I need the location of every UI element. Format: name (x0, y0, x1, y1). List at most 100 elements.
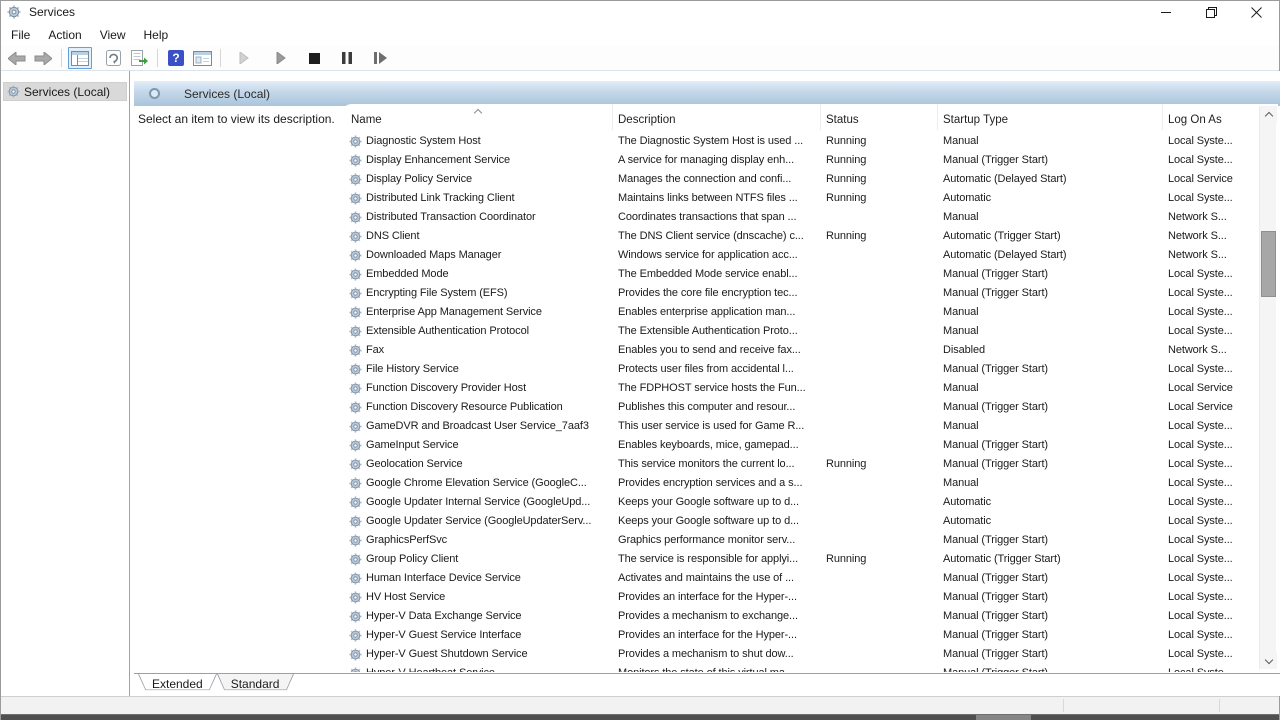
service-name: Display Policy Service (366, 170, 611, 189)
menu-bar: File Action View Help (1, 23, 1279, 46)
table-row[interactable]: Google Updater Service (GoogleUpdaterSer… (342, 512, 1259, 531)
table-row[interactable]: HV Host Service Provides an interface fo… (342, 588, 1259, 607)
stop-icon (309, 53, 320, 64)
service-log-on-as: Local Syste... (1168, 132, 1258, 151)
scroll-up-button[interactable] (1260, 106, 1277, 123)
service-log-on-as: Local Syste... (1168, 436, 1258, 455)
restart-service-button[interactable] (368, 47, 392, 69)
service-description: The DNS Client service (dnscache) c... (618, 227, 818, 246)
tab-extended[interactable]: Extended (138, 674, 217, 694)
table-row[interactable]: Encrypting File System (EFS) Provides th… (342, 284, 1259, 303)
show-properties-button[interactable] (190, 47, 214, 69)
table-row[interactable]: GameInput Service Enables keyboards, mic… (342, 436, 1259, 455)
table-row[interactable]: DNS Client The DNS Client service (dnsca… (342, 227, 1259, 246)
refresh-button[interactable] (101, 47, 125, 69)
table-row[interactable]: Fax Enables you to send and receive fax.… (342, 341, 1259, 360)
restore-icon (1206, 7, 1217, 18)
table-row[interactable]: Hyper-V Guest Shutdown Service Provides … (342, 645, 1259, 664)
restore-button[interactable] (1189, 1, 1234, 23)
service-startup-type: Manual (943, 208, 1161, 227)
table-row[interactable]: Display Policy Service Manages the conne… (342, 170, 1259, 189)
close-button[interactable] (1234, 1, 1279, 23)
table-row[interactable]: GraphicsPerfSvc Graphics performance mon… (342, 531, 1259, 550)
table-row[interactable]: Human Interface Device Service Activates… (342, 569, 1259, 588)
column-header-startup-type[interactable]: Startup Type (938, 104, 1163, 130)
service-log-on-as: Local Syste... (1168, 569, 1258, 588)
pane-title: Services (Local) (184, 87, 270, 101)
service-name: Function Discovery Resource Publication (366, 398, 611, 417)
table-row[interactable]: Diagnostic System Host The Diagnostic Sy… (342, 132, 1259, 151)
restart-icon (374, 52, 387, 64)
service-status (826, 607, 936, 626)
service-status (826, 417, 936, 436)
service-gear-icon (349, 515, 362, 528)
table-row[interactable]: Group Policy Client The service is respo… (342, 550, 1259, 569)
table-row[interactable]: Distributed Link Tracking Client Maintai… (342, 189, 1259, 208)
table-row[interactable]: Hyper-V Guest Service Interface Provides… (342, 626, 1259, 645)
service-description: Provides a mechanism to shut dow... (618, 645, 818, 664)
service-startup-type: Automatic (Delayed Start) (943, 246, 1161, 265)
export-list-button[interactable] (127, 47, 151, 69)
resume-service-button[interactable] (269, 47, 293, 69)
table-row[interactable]: Enterprise App Management Service Enable… (342, 303, 1259, 322)
service-startup-type: Manual (943, 132, 1161, 151)
help-button[interactable]: ? (164, 47, 188, 69)
forward-button[interactable] (31, 47, 55, 69)
console-tree-icon (71, 51, 89, 66)
table-row[interactable]: Geolocation Service This service monitor… (342, 455, 1259, 474)
column-header-status[interactable]: Status (821, 104, 938, 130)
service-description: Manages the connection and confi... (618, 170, 818, 189)
menu-view[interactable]: View (91, 25, 135, 45)
vertical-scrollbar[interactable] (1259, 106, 1276, 669)
service-name: Downloaded Maps Manager (366, 246, 611, 265)
table-row[interactable]: Google Updater Internal Service (GoogleU… (342, 493, 1259, 512)
menu-action[interactable]: Action (39, 25, 90, 45)
scrollbar-thumb[interactable] (1261, 231, 1276, 297)
back-button[interactable] (5, 47, 29, 69)
service-startup-type: Manual (Trigger Start) (943, 531, 1161, 550)
table-row[interactable]: Function Discovery Provider Host The FDP… (342, 379, 1259, 398)
export-list-icon (131, 50, 148, 66)
tab-standard[interactable]: Standard (217, 674, 294, 694)
table-row[interactable]: Display Enhancement Service A service fo… (342, 151, 1259, 170)
menu-help[interactable]: Help (135, 25, 178, 45)
scroll-down-button[interactable] (1260, 652, 1277, 669)
table-row[interactable]: Hyper-V Heartbeat Service Monitors the s… (342, 664, 1259, 672)
menu-file[interactable]: File (2, 25, 39, 45)
table-row[interactable]: Extensible Authentication Protocol The E… (342, 322, 1259, 341)
show-console-tree-button[interactable] (68, 47, 92, 69)
stop-service-button[interactable] (302, 47, 326, 69)
service-description: Activates and maintains the use of ... (618, 569, 818, 588)
table-row[interactable]: Embedded Mode The Embedded Mode service … (342, 265, 1259, 284)
service-name: Hyper-V Data Exchange Service (366, 607, 611, 626)
service-status (826, 284, 936, 303)
minimize-button[interactable] (1144, 1, 1189, 23)
table-row[interactable]: Downloaded Maps Manager Windows service … (342, 246, 1259, 265)
service-startup-type: Automatic (943, 493, 1161, 512)
service-status (826, 512, 936, 531)
window-title: Services (29, 5, 75, 19)
service-log-on-as: Local Syste... (1168, 626, 1258, 645)
table-row[interactable]: Distributed Transaction Coordinator Coor… (342, 208, 1259, 227)
service-status: Running (826, 227, 936, 246)
service-description: Protects user files from accidental l... (618, 360, 818, 379)
taskbar-segment (976, 715, 1031, 720)
table-row[interactable]: Function Discovery Resource Publication … (342, 398, 1259, 417)
table-row[interactable]: File History Service Protects user files… (342, 360, 1259, 379)
table-row[interactable]: GameDVR and Broadcast User Service_7aaf3… (342, 417, 1259, 436)
column-header-log-on-as[interactable]: Log On As (1163, 104, 1259, 130)
toolbar-separator (220, 49, 221, 67)
service-gear-icon (349, 553, 362, 566)
service-gear-icon (349, 382, 362, 395)
start-service-button[interactable] (232, 47, 256, 69)
service-gear-icon (349, 667, 362, 672)
service-log-on-as: Local Syste... (1168, 645, 1258, 664)
table-row[interactable]: Google Chrome Elevation Service (GoogleC… (342, 474, 1259, 493)
service-gear-icon (349, 401, 362, 414)
column-header-description[interactable]: Description (613, 104, 821, 130)
service-startup-type: Manual (Trigger Start) (943, 645, 1161, 664)
pause-service-button[interactable] (335, 47, 359, 69)
tree-item-services-local[interactable]: Services (Local) (3, 82, 127, 101)
table-row[interactable]: Hyper-V Data Exchange Service Provides a… (342, 607, 1259, 626)
service-gear-icon (349, 572, 362, 585)
